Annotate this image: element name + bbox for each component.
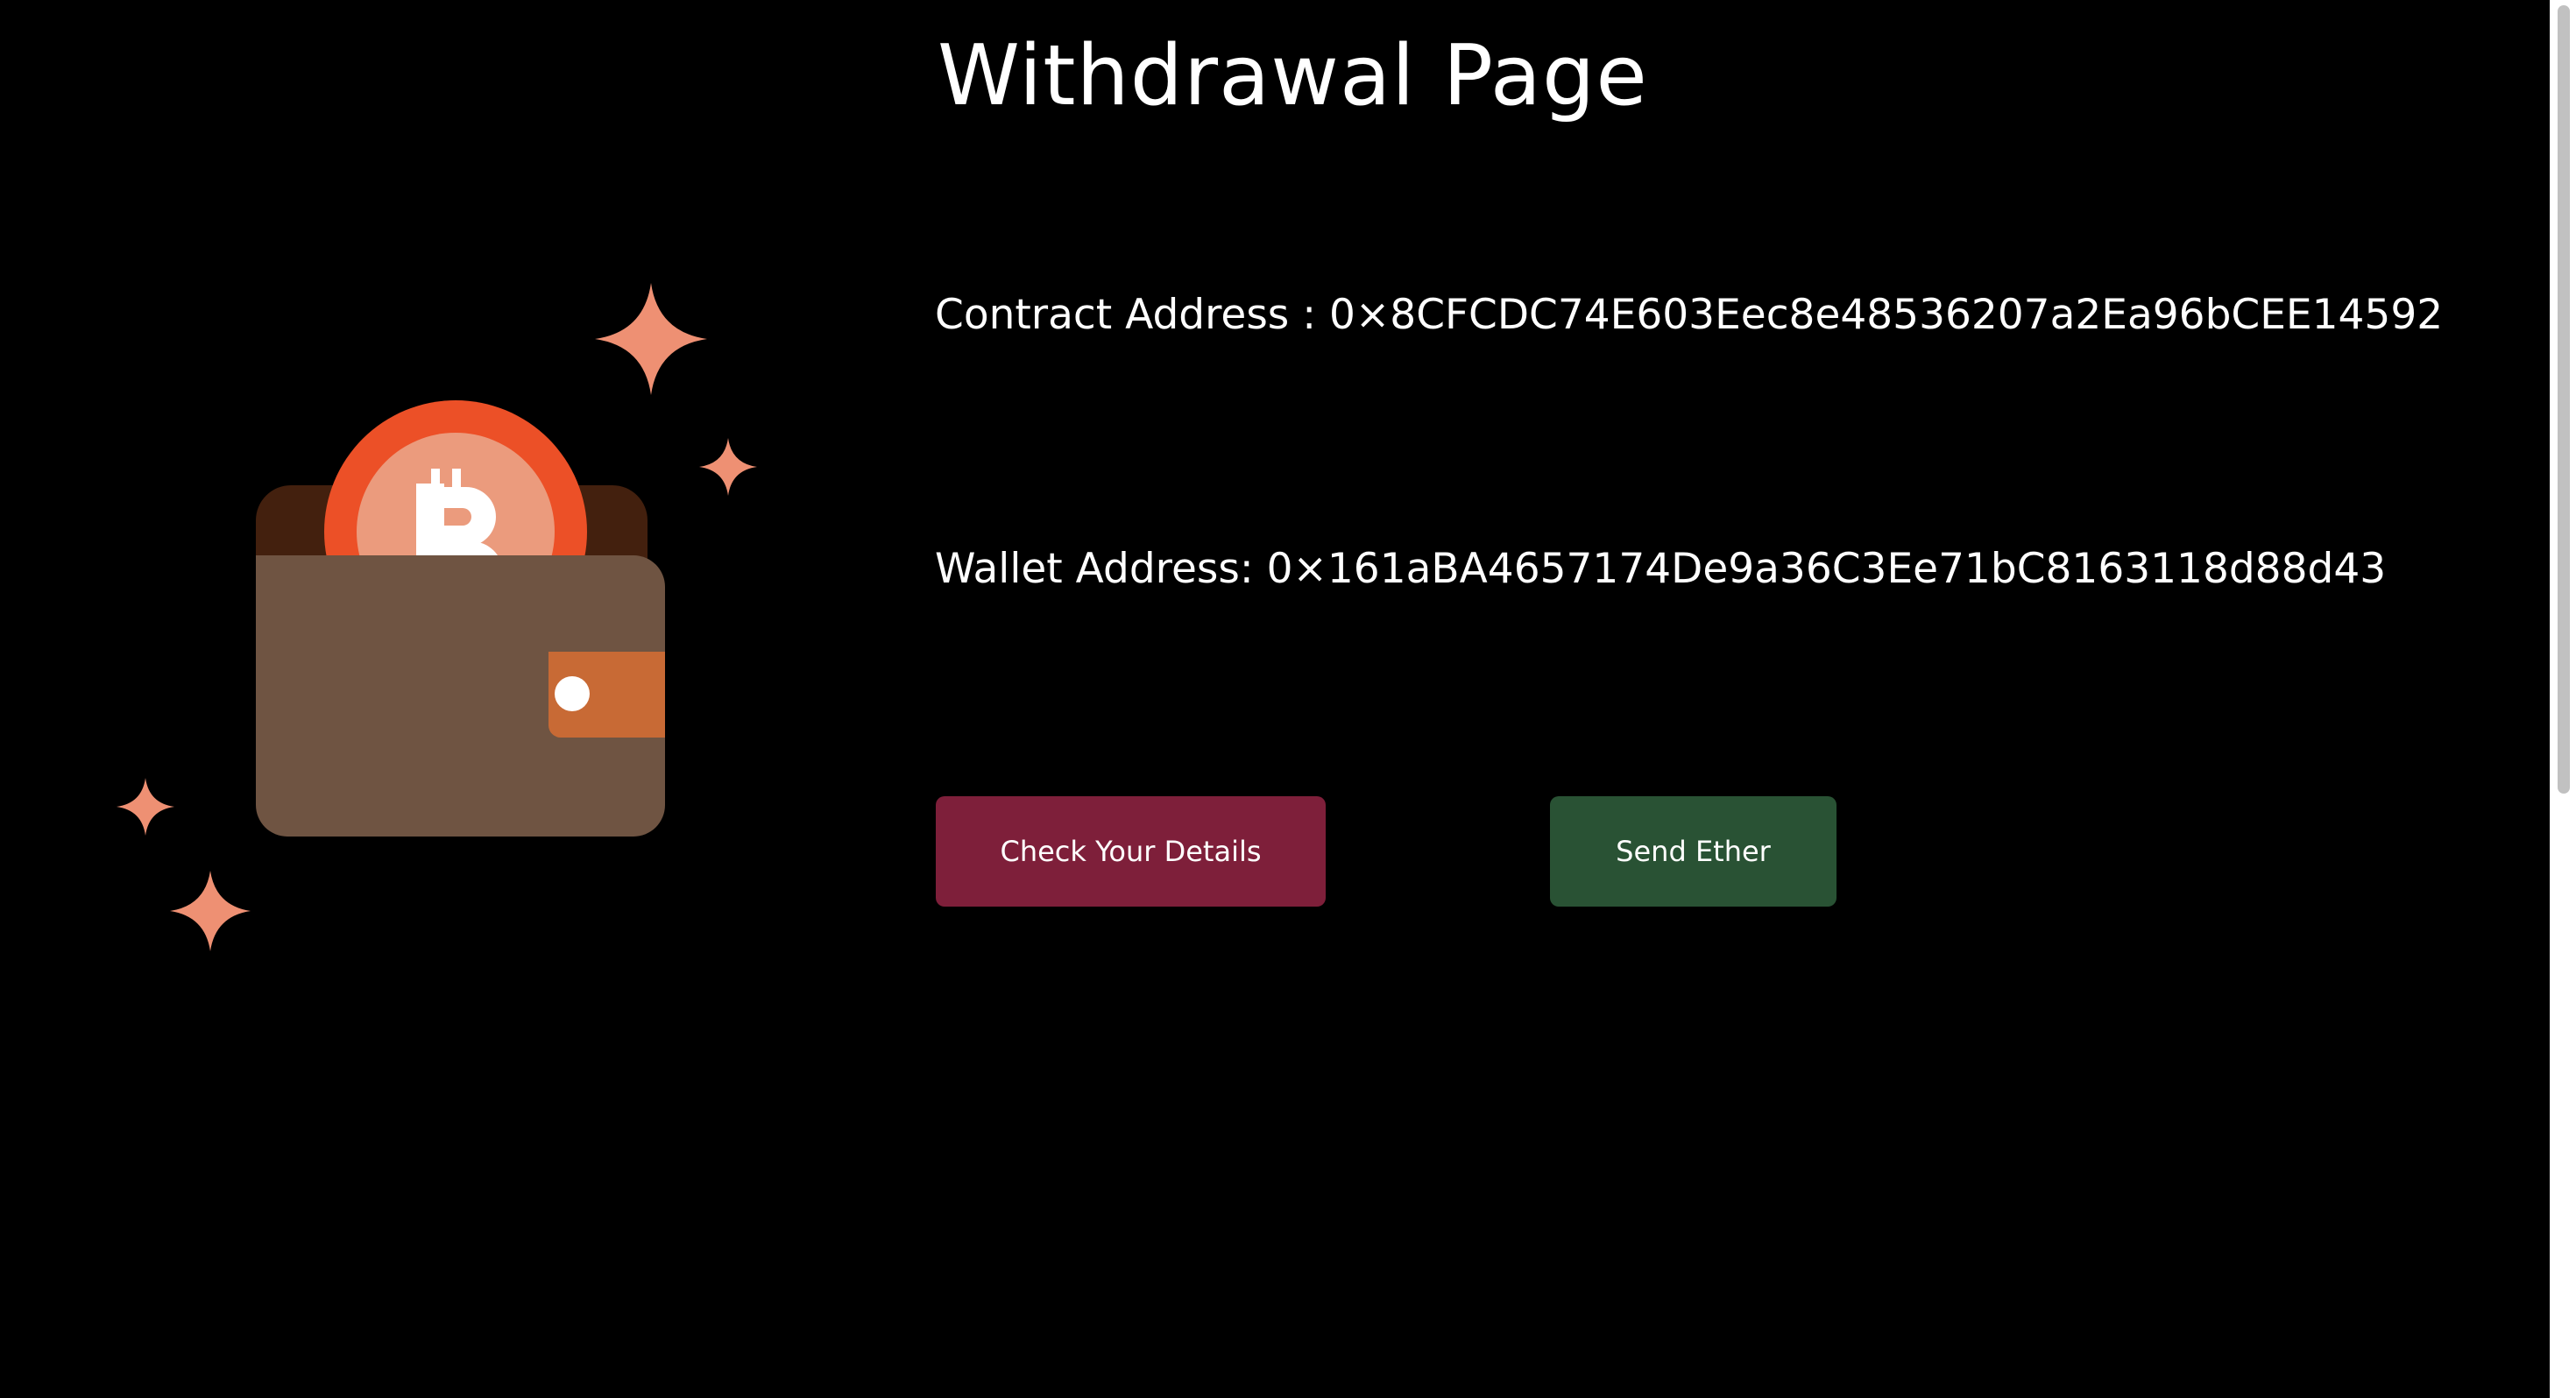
sparkle-icon [117,778,174,836]
wallet-address: Wallet Address: 0×161aBA4657174De9a36C3E… [935,545,2387,593]
withdrawal-page: Withdrawal Page Contract Address: 0×8CF… [0,0,2550,1398]
vertical-scrollbar[interactable] [2550,0,2576,1398]
wallet-clasp-icon [548,652,665,738]
sparkle-icon [595,283,707,395]
send-ether-button[interactable]: Send Ether [1550,796,1836,907]
contract-address: Contract Address : 0×8CFCDC74E603Eec8e48… [935,291,2444,339]
sparkle-icon [170,871,251,951]
sparkle-icon [699,438,757,496]
check-details-button[interactable]: Check Your Details [936,796,1326,907]
page-title: Withdrawal Page [938,28,1648,124]
scrollbar-thumb[interactable] [2558,5,2570,794]
bitcoin-wallet-icon [117,283,757,951]
